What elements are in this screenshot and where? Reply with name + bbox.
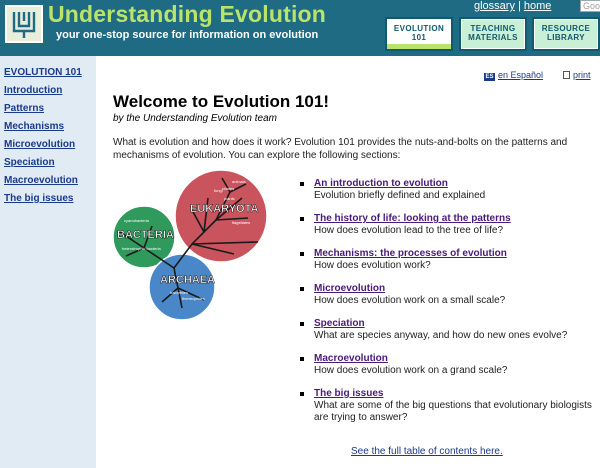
list-item: The big issues What are some of the big … — [298, 388, 594, 424]
tab-label-line2: MATERIALS — [468, 33, 518, 42]
tab-label-line1: RESOURCE — [541, 24, 591, 33]
utility-links: glossary | home — [474, 0, 551, 13]
section-link-microevolution[interactable]: Microevolution — [314, 283, 594, 295]
bullet-icon — [300, 287, 304, 291]
glossary-link[interactable]: glossary — [474, 0, 515, 12]
group-label-ciliates: ciliates — [222, 186, 234, 191]
site-title[interactable]: Understanding Evolution — [48, 1, 326, 28]
section-link-big-issues[interactable]: The big issues — [314, 388, 594, 400]
section-link-introduction[interactable]: An introduction to evolution — [314, 178, 594, 190]
tab-resource-library[interactable]: RESOURCE LIBRARY — [532, 17, 600, 51]
spanish-link[interactable]: ES en Español — [484, 70, 543, 81]
sidebar-item-evolution-101[interactable]: EVOLUTION 101 — [0, 66, 96, 84]
group-label-flagellates: flagellates — [232, 220, 250, 225]
intro-paragraph: What is evolution and how does it work? … — [113, 137, 568, 161]
group-label-cyanobacteria: cyanobacteria — [124, 218, 150, 223]
group-label-thermophiles: thermophiles — [182, 296, 205, 301]
bullet-icon — [300, 252, 304, 256]
sidebar-item-introduction[interactable]: Introduction — [0, 84, 96, 102]
list-item: An introduction to evolution Evolution b… — [298, 178, 594, 202]
bullet-icon — [300, 217, 304, 221]
tree-of-life-diagram[interactable]: EUKARYOTA BACTERIA ARCHAEA animals fungi… — [112, 169, 272, 322]
section-description: How does evolution work? — [314, 260, 431, 271]
tree-of-life-image: EUKARYOTA BACTERIA ARCHAEA animals fungi… — [112, 169, 268, 321]
site-tagline: your one-stop source for information on … — [56, 29, 319, 41]
search-input[interactable]: Goo — [580, 0, 600, 12]
list-item: Microevolution How does evolution work o… — [298, 283, 594, 307]
list-item: The history of life: looking at the patt… — [298, 213, 594, 237]
group-label-heterotrophic-bacteria: heterotrophic bacteria — [122, 246, 161, 251]
section-description: What are some of the big questions that … — [314, 400, 592, 423]
list-item: Macroevolution How does evolution work o… — [298, 353, 594, 377]
link-separator: | — [517, 0, 521, 12]
group-label-plants: plants — [224, 196, 235, 201]
sidebar-item-speciation[interactable]: Speciation — [0, 156, 96, 174]
bacteria-label: BACTERIA — [117, 229, 174, 241]
language-flag-icon: ES — [484, 73, 495, 81]
group-label-animals: animals — [232, 179, 246, 184]
site-logo[interactable] — [5, 5, 43, 43]
tab-evolution-101[interactable]: EVOLUTION 101 — [385, 17, 453, 51]
bullet-icon — [300, 357, 304, 361]
section-description: Evolution briefly defined and explained — [314, 190, 486, 201]
section-link-history[interactable]: The history of life: looking at the patt… — [314, 213, 594, 225]
spanish-link-label: en Español — [498, 70, 544, 80]
sections-list: An introduction to evolution Evolution b… — [298, 178, 594, 435]
sidebar-item-big-issues[interactable]: The big issues — [0, 192, 96, 210]
page-title: Welcome to Evolution 101! — [113, 92, 330, 111]
eukaryota-label: EUKARYOTA — [190, 203, 259, 215]
section-link-mechanisms[interactable]: Mechanisms: the processes of evolution — [314, 248, 594, 260]
section-description: How does evolution work on a grand scale… — [314, 365, 508, 376]
section-link-macroevolution[interactable]: Macroevolution — [314, 353, 594, 365]
sidebar-nav: EVOLUTION 101 Introduction Patterns Mech… — [0, 56, 96, 468]
bullet-icon — [300, 182, 304, 186]
sidebar-item-mechanisms[interactable]: Mechanisms — [0, 120, 96, 138]
section-description: What are species anyway, and how do new … — [314, 330, 568, 341]
tab-teaching-materials[interactable]: TEACHING MATERIALS — [459, 17, 527, 51]
print-link[interactable]: print — [563, 70, 591, 80]
list-item: Speciation What are species anyway, and … — [298, 318, 594, 342]
archaea-label: ARCHAEA — [160, 274, 215, 286]
byline: by the Understanding Evolution team — [113, 113, 277, 124]
print-icon — [563, 71, 570, 79]
section-link-speciation[interactable]: Speciation — [314, 318, 594, 330]
home-link[interactable]: home — [524, 0, 552, 12]
tab-label-line1: TEACHING — [470, 24, 516, 33]
bullet-icon — [300, 322, 304, 326]
list-item: Mechanisms: the processes of evolution H… — [298, 248, 594, 272]
print-link-label: print — [573, 70, 591, 80]
tab-label-line1: EVOLUTION — [393, 24, 445, 33]
tree-logo-icon — [7, 7, 41, 41]
sidebar-item-patterns[interactable]: Patterns — [0, 102, 96, 120]
site-header: Understanding Evolution your one-stop so… — [0, 0, 600, 56]
tab-label-line2: 101 — [411, 33, 427, 42]
sidebar-item-microevolution[interactable]: Microevolution — [0, 138, 96, 156]
tab-label-line2: LIBRARY — [546, 33, 586, 42]
bullet-icon — [300, 392, 304, 396]
sidebar-item-macroevolution[interactable]: Macroevolution — [0, 174, 96, 192]
section-description: How does evolution lead to the tree of l… — [314, 225, 504, 236]
section-description: How does evolution work on a small scale… — [314, 295, 506, 306]
table-of-contents-link[interactable]: See the full table of contents here. — [351, 446, 503, 457]
archaea-circle — [148, 253, 216, 321]
group-label-halophiles: halophiles — [170, 290, 188, 295]
